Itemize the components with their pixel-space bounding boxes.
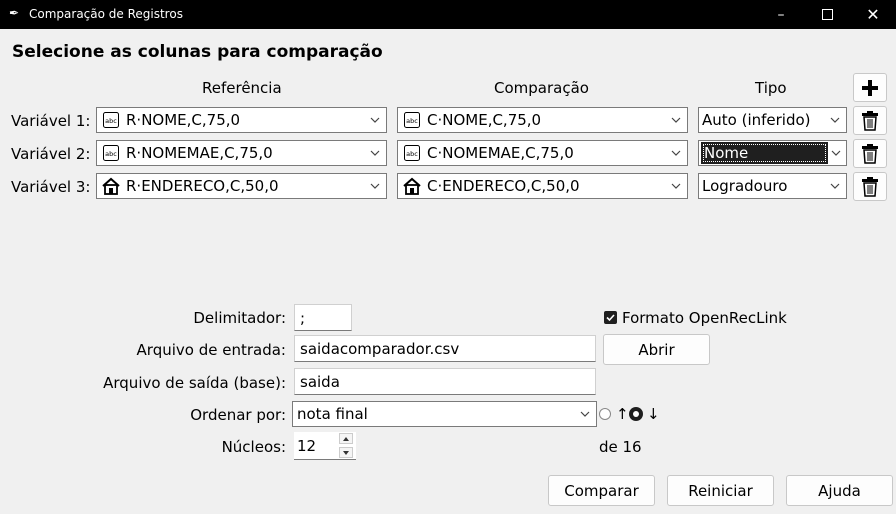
variable-1-comparison-select[interactable]: abc C·NOME,C,75,0 (397, 107, 688, 133)
cores-total: de 16 (599, 438, 642, 456)
chevron-down-icon (368, 179, 382, 193)
abc-icon: abc (403, 111, 421, 129)
column-header-tipo: Tipo (755, 79, 787, 97)
title-bar: ✒ Comparação de Registros – ✕ (0, 0, 896, 29)
chevron-down-icon (830, 146, 842, 160)
trash-icon (862, 110, 878, 131)
variable-1-type-value: Auto (inferido) (702, 111, 811, 129)
cores-label: Núcleos: (221, 438, 286, 456)
remove-variable-2-button[interactable] (853, 139, 887, 168)
cores-value: 12 (297, 437, 317, 455)
variable-3-reference-select[interactable]: R·ENDERECO,C,50,0 (96, 173, 387, 199)
help-button[interactable]: Ajuda (786, 475, 893, 506)
variable-1-comparison-value: C·NOME,C,75,0 (427, 111, 542, 129)
caret-up-icon (343, 436, 349, 441)
compare-button[interactable]: Comparar (548, 475, 655, 506)
svg-text:abc: abc (105, 117, 117, 125)
abc-icon: abc (102, 111, 120, 129)
variable-1-reference-select[interactable]: abc R·NOME,C,75,0 (96, 107, 387, 133)
column-header-comparacao: Comparação (494, 79, 589, 97)
checkmark-icon (606, 314, 615, 322)
column-header-referencia: Referência (202, 79, 282, 97)
input-file-label: Arquivo de entrada: (136, 341, 286, 359)
chevron-down-icon (828, 179, 842, 193)
variable-2-type-select[interactable]: Nome (698, 140, 847, 166)
variable-1-reference-value: R·NOME,C,75,0 (126, 111, 241, 129)
reset-button[interactable]: Reiniciar (667, 475, 774, 506)
svg-text:abc: abc (105, 150, 117, 158)
house-icon (403, 177, 421, 195)
trash-icon (862, 176, 878, 197)
spin-up-button[interactable] (339, 433, 353, 444)
close-button[interactable]: ✕ (850, 0, 896, 29)
arrow-down-icon: ↓ (647, 405, 660, 423)
add-variable-button[interactable] (853, 73, 887, 102)
svg-text:abc: abc (406, 150, 418, 158)
input-file-field[interactable]: saidacomparador.csv (294, 335, 596, 362)
minimize-button[interactable]: – (758, 0, 804, 29)
output-file-label: Arquivo de saída (base): (103, 374, 286, 392)
window-title: Comparação de Registros (29, 7, 183, 21)
page-title: Selecione as colunas para comparação (12, 42, 383, 62)
chevron-down-icon (669, 146, 683, 160)
caret-down-icon (343, 450, 349, 455)
arrow-up-icon: ↑ (616, 405, 629, 423)
variable-2-comparison-value: C·NOMEMAE,C,75,0 (427, 144, 574, 162)
openreclink-label: Formato OpenRecLink (622, 309, 787, 327)
delimiter-input[interactable]: ; (294, 304, 352, 331)
variable-3-type-value: Logradouro (702, 177, 788, 195)
openreclink-checkbox[interactable] (604, 311, 617, 324)
chevron-down-icon (828, 113, 842, 127)
svg-text:abc: abc (406, 117, 418, 125)
chevron-down-icon (578, 407, 592, 421)
variable-2-reference-select[interactable]: abc R·NOMEMAE,C,75,0 (96, 140, 387, 166)
sort-select[interactable]: nota final (292, 401, 597, 427)
trash-icon (862, 143, 878, 164)
output-file-field[interactable]: saida (294, 368, 596, 395)
variable-2-comparison-select[interactable]: abc C·NOMEMAE,C,75,0 (397, 140, 688, 166)
variable-2-type-value: Nome (701, 142, 828, 164)
variable-1-type-select[interactable]: Auto (inferido) (698, 107, 847, 133)
abc-icon: abc (102, 144, 120, 162)
chevron-down-icon (368, 146, 382, 160)
remove-variable-1-button[interactable] (853, 106, 887, 135)
variable-3-comparison-select[interactable]: C·ENDERECO,C,50,0 (397, 173, 688, 199)
variable-2-label: Variável 2: (11, 145, 91, 163)
sort-label: Ordenar por: (190, 406, 286, 424)
remove-variable-3-button[interactable] (853, 172, 887, 201)
house-icon (102, 177, 120, 195)
delimiter-label: Delimitador: (193, 309, 286, 327)
feather-icon: ✒ (9, 6, 20, 20)
radio-dot-icon (633, 411, 639, 417)
plus-icon (862, 79, 878, 96)
variable-3-type-select[interactable]: Logradouro (698, 173, 847, 199)
abc-icon: abc (403, 144, 421, 162)
variable-3-label: Variável 3: (11, 178, 91, 196)
open-button[interactable]: Abrir (603, 334, 710, 365)
variable-1-label: Variável 1: (11, 112, 91, 130)
variable-3-reference-value: R·ENDERECO,C,50,0 (126, 177, 279, 195)
sort-ascending-radio[interactable] (599, 408, 611, 420)
variable-2-reference-value: R·NOMEMAE,C,75,0 (126, 144, 273, 162)
chevron-down-icon (368, 113, 382, 127)
maximize-button[interactable] (804, 0, 850, 29)
sort-value: nota final (297, 405, 368, 423)
spin-down-button[interactable] (339, 447, 353, 458)
sort-descending-radio[interactable] (629, 407, 643, 421)
maximize-icon (821, 9, 833, 20)
chevron-down-icon (669, 113, 683, 127)
cores-spinbox[interactable]: 12 (294, 432, 356, 460)
variable-3-comparison-value: C·ENDERECO,C,50,0 (427, 177, 580, 195)
chevron-down-icon (669, 179, 683, 193)
